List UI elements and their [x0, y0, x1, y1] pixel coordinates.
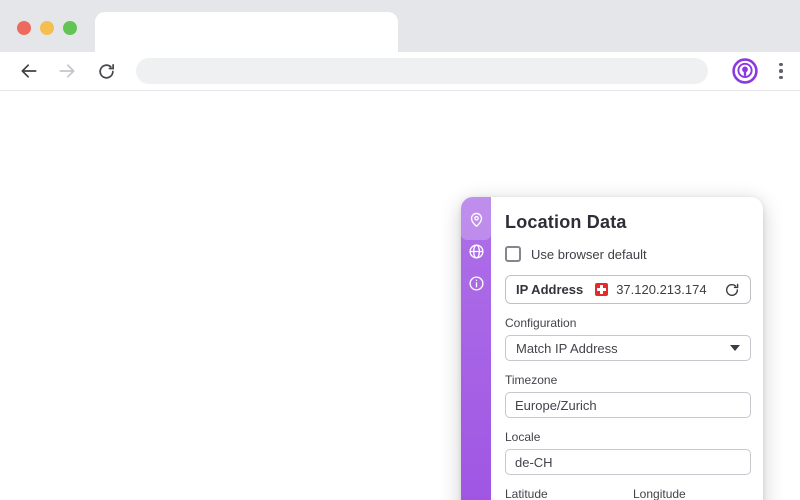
- globe-icon: [468, 243, 484, 259]
- maximize-window-button[interactable]: [63, 21, 77, 35]
- address-bar[interactable]: [136, 58, 708, 84]
- reload-icon: [98, 63, 114, 79]
- page-title: Location Data: [505, 212, 627, 232]
- info-icon: [468, 275, 484, 291]
- location-extension-icon: [732, 58, 758, 84]
- close-window-button[interactable]: [17, 21, 31, 35]
- use-browser-default-label: Use browser default: [531, 246, 647, 262]
- forward-arrow-icon: [59, 64, 75, 78]
- location-pin-icon: [470, 212, 482, 227]
- kebab-menu-icon: [779, 62, 783, 67]
- refresh-icon: [725, 283, 739, 296]
- use-browser-default-option[interactable]: Use browser default: [505, 246, 751, 262]
- browser-tab[interactable]: [95, 12, 398, 52]
- page-content: Location Data Use browser default IP Add…: [0, 92, 800, 500]
- configuration-value: Match IP Address: [516, 340, 618, 356]
- sidebar-item-info[interactable]: [461, 267, 491, 299]
- configuration-label: Configuration: [505, 316, 577, 330]
- refresh-ip-button[interactable]: [724, 282, 740, 298]
- latitude-label: Latitude: [505, 487, 548, 500]
- longitude-label: Longitude: [633, 487, 686, 500]
- ip-address-label: IP Address: [516, 282, 584, 297]
- popup-sidebar: [461, 197, 491, 500]
- reload-button[interactable]: [93, 58, 119, 84]
- timezone-input[interactable]: [505, 392, 751, 418]
- sidebar-item-browser[interactable]: [461, 235, 491, 267]
- browser-menu-button[interactable]: [772, 56, 790, 86]
- sidebar-item-location[interactable]: [461, 203, 491, 235]
- browser-titlebar: [0, 0, 800, 52]
- locale-label: Locale: [505, 430, 541, 444]
- ip-address-box: IP Address 37.120.213.174: [505, 275, 751, 304]
- ip-address-value: 37.120.213.174: [616, 282, 707, 297]
- configuration-select[interactable]: Match IP Address: [505, 335, 751, 361]
- forward-button[interactable]: [54, 58, 80, 84]
- use-browser-default-checkbox[interactable]: [505, 246, 521, 262]
- popup-content: Location Data Use browser default IP Add…: [491, 197, 763, 500]
- browser-navbar: [0, 52, 800, 91]
- swiss-flag-icon: [595, 283, 609, 296]
- window-controls: [17, 21, 77, 35]
- minimize-window-button[interactable]: [40, 21, 54, 35]
- chevron-down-icon: [730, 345, 740, 351]
- extension-popup: Location Data Use browser default IP Add…: [461, 197, 763, 500]
- timezone-label: Timezone: [505, 373, 558, 387]
- back-arrow-icon: [21, 64, 37, 78]
- locale-input[interactable]: [505, 449, 751, 475]
- back-button[interactable]: [16, 58, 42, 84]
- location-extension-button[interactable]: [730, 56, 760, 86]
